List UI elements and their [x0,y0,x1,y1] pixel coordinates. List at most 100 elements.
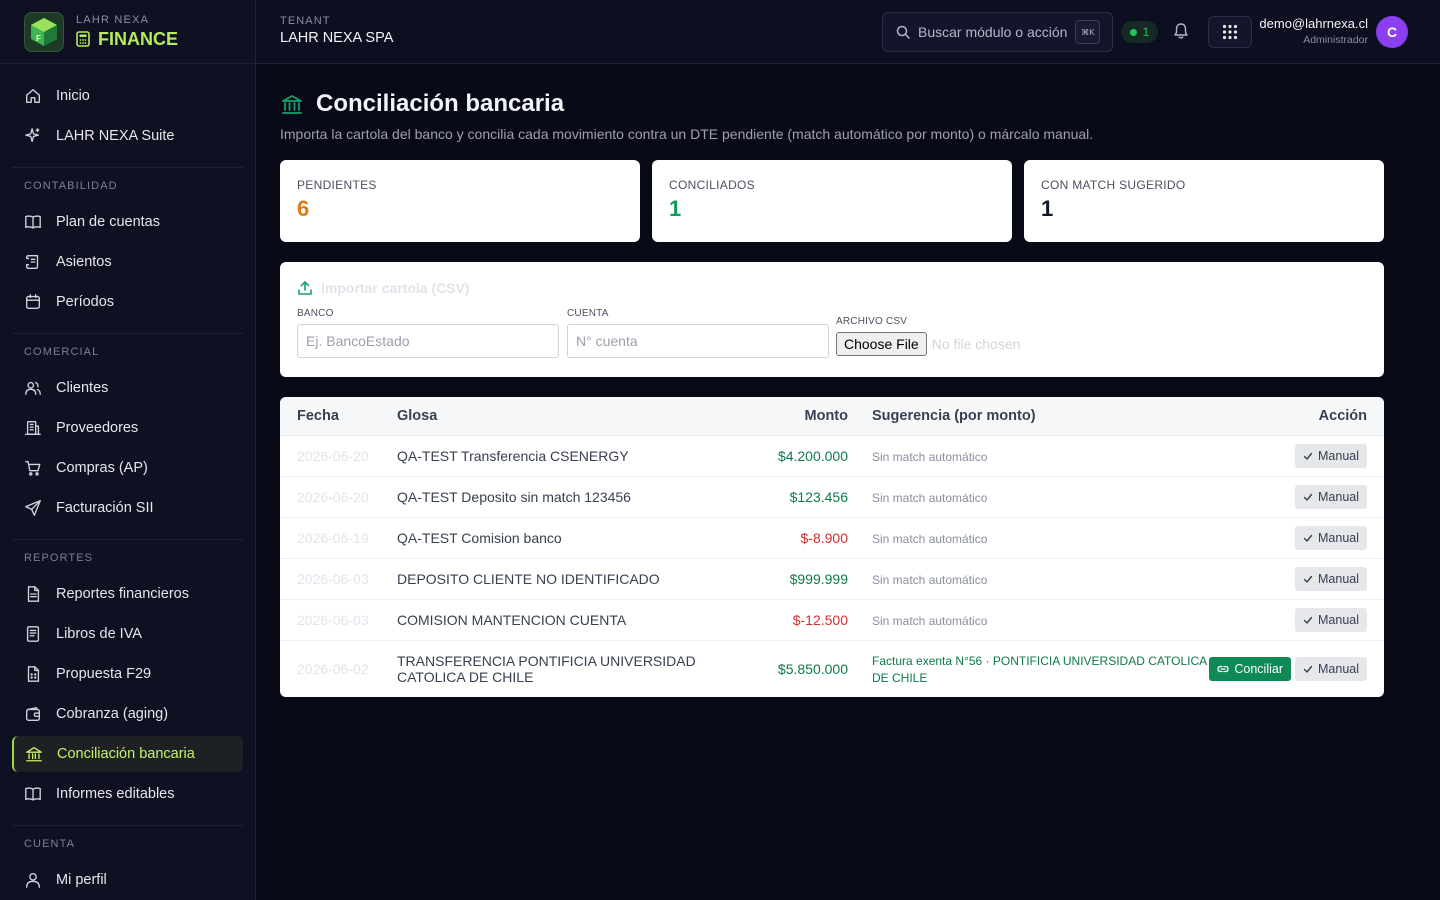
status-count: 1 [1142,25,1150,39]
col-accion: Acción [1318,407,1367,424]
sidebar-item-clientes[interactable]: Clientes [12,370,243,406]
row-glosa: COMISION MANTENCION CUENTA [397,598,737,640]
row-fecha: 2026-06-20 [280,475,397,517]
main-content: Conciliación bancaria Importa la cartola… [280,88,1384,697]
sidebar-item-label: LAHR NEXA Suite [56,128,175,144]
search-placeholder[interactable]: Buscar módulo o acción [918,24,1067,40]
row-sugerencia: Factura exenta N°56 · PONTIFICIA UNIVERS… [872,653,1207,685]
table-header-row: Fecha Glosa Monto Sugerencia (por monto)… [280,397,1384,435]
page-title: Conciliación bancaria [316,90,565,117]
col-fecha[interactable]: Fecha [280,397,397,435]
sidebar-item-lahr-nexa-suite[interactable]: LAHR NEXA Suite [12,118,243,154]
col-sugerencia[interactable]: Sugerencia (por monto) [848,397,1209,435]
check-icon [1303,616,1313,624]
sidebar-item-facturacion-sii[interactable]: Facturación SII [12,490,243,526]
manual-label: Manual [1318,448,1359,463]
stat-label: CONCILIADOS [669,178,755,192]
tenant-label: TENANT [280,15,331,27]
row-monto: $-12.500 [737,598,848,640]
conciliar-label: Conciliar [1234,661,1283,676]
stat-card-conciliados: CONCILIADOS 1 [652,160,1012,242]
table-row: 2026-06-20 QA-TEST Transferencia CSENERGY… [280,434,1384,476]
brand-logo-letter: F [36,34,41,43]
wallet-icon [26,707,40,721]
manual-button[interactable]: Manual [1295,607,1367,632]
sidebar-item-libros-de-iva[interactable]: Libros de IVA [12,616,243,652]
stat-value: 1 [1041,196,1054,221]
stat-value: 6 [297,196,310,221]
row-glosa: QA-TEST Transferencia CSENERGY [397,434,737,476]
file-text-icon [27,586,40,602]
import-title-text: Importar cartola (CSV) [321,280,470,296]
stat-label: CON MATCH SUGERIDO [1041,178,1186,192]
sidebar: F LAHR NEXA FINANCE Inicio LAHR NEXA Suit… [0,0,256,900]
sidebar-item-asientos[interactable]: Asientos [12,244,243,280]
choose-file-button[interactable]: Choose File [836,332,927,356]
user-role: Administrador [1303,34,1368,46]
search-icon [896,25,910,39]
check-icon [1303,493,1313,501]
sidebar-divider [12,333,243,334]
app-launcher-button[interactable] [1208,16,1252,48]
table-row: 2026-06-19 QA-TEST Comision banco $-8.900 S… [280,516,1384,558]
page-header: Conciliación bancaria [280,88,1384,120]
bank-icon [26,747,42,762]
user-email: demo@lahrnexa.cl [1259,16,1368,31]
sidebar-item-label: Facturación SII [56,500,154,516]
sidebar-item-label: Períodos [56,294,115,310]
sidebar-item-label: Mi perfil [56,872,107,888]
col-monto[interactable]: Monto [737,397,848,435]
account-input[interactable] [567,324,829,358]
row-fecha: 2026-06-03 [280,557,397,599]
sidebar-item-inicio[interactable]: Inicio [12,78,243,114]
status-badge[interactable]: 1 [1121,21,1158,43]
bank-icon [282,95,302,114]
stat-card-pendientes: PENDIENTES 6 [280,160,640,242]
brand-app-name: FINANCE [98,28,178,49]
sidebar-item-propuesta-f29[interactable]: Propuesta F29 [12,656,243,692]
manual-button[interactable]: Manual [1295,525,1367,550]
import-title: Importar cartola (CSV) [297,280,1367,296]
bank-input[interactable] [297,324,559,358]
bell-icon[interactable] [1173,22,1189,45]
manual-button[interactable]: Manual [1295,484,1367,509]
sidebar-item-cobranza-aging[interactable]: Cobranza (aging) [12,696,243,732]
row-glosa: DEPOSITO CLIENTE NO IDENTIFICADO [397,557,737,599]
row-sugerencia: Sin match automático [872,449,988,464]
avatar[interactable]: C [1376,16,1408,48]
row-glosa: TRANSFERENCIA PONTIFICIA UNIVERSIDAD CAT… [397,639,737,697]
row-monto: $999.999 [737,557,848,599]
book-open-icon [25,787,41,801]
sidebar-item-label: Reportes financieros [56,586,189,602]
check-icon [1303,575,1313,583]
manual-button[interactable]: Manual [1295,656,1367,681]
sidebar-item-conciliacion-bancaria[interactable]: Conciliación bancaria [12,736,243,772]
row-sugerencia: Sin match automático [872,572,988,587]
sidebar-item-mi-perfil[interactable]: Mi perfil [12,862,243,898]
table-row: 2026-06-03 DEPOSITO CLIENTE NO IDENTIFICA… [280,557,1384,599]
users-icon [25,381,41,395]
user-icon [26,873,40,888]
sidebar-item-periodos[interactable]: Períodos [12,284,243,320]
sidebar-item-reportes-financieros[interactable]: Reportes financieros [12,576,243,612]
check-icon [1303,534,1313,542]
search-box[interactable]: Buscar módulo o acción ⌘K [882,12,1113,52]
sidebar-item-plan-de-cuentas[interactable]: Plan de cuentas [12,204,243,240]
sidebar-group-title: COMERCIAL [24,346,100,358]
conciliar-button[interactable]: Conciliar [1209,656,1291,681]
manual-label: Manual [1318,612,1359,627]
sidebar-item-label: Proveedores [56,420,139,436]
ledger-icon [26,626,40,642]
manual-button[interactable]: Manual [1295,443,1367,468]
send-icon [25,500,41,516]
user-menu[interactable]: demo@lahrnexa.cl Administrador [1259,16,1368,46]
sidebar-item-informes-editables[interactable]: Informes editables [12,776,243,812]
sidebar-item-compras-ap[interactable]: Compras (AP) [12,450,243,486]
stat-label: PENDIENTES [297,178,377,192]
col-glosa[interactable]: Glosa [397,397,737,435]
manual-button[interactable]: Manual [1295,566,1367,591]
table-row: 2026-06-03 COMISION MANTENCION CUENTA $-12… [280,598,1384,640]
sidebar-item-label: Clientes [56,380,109,396]
sidebar-divider [12,825,243,826]
sidebar-item-proveedores[interactable]: Proveedores [12,410,243,446]
